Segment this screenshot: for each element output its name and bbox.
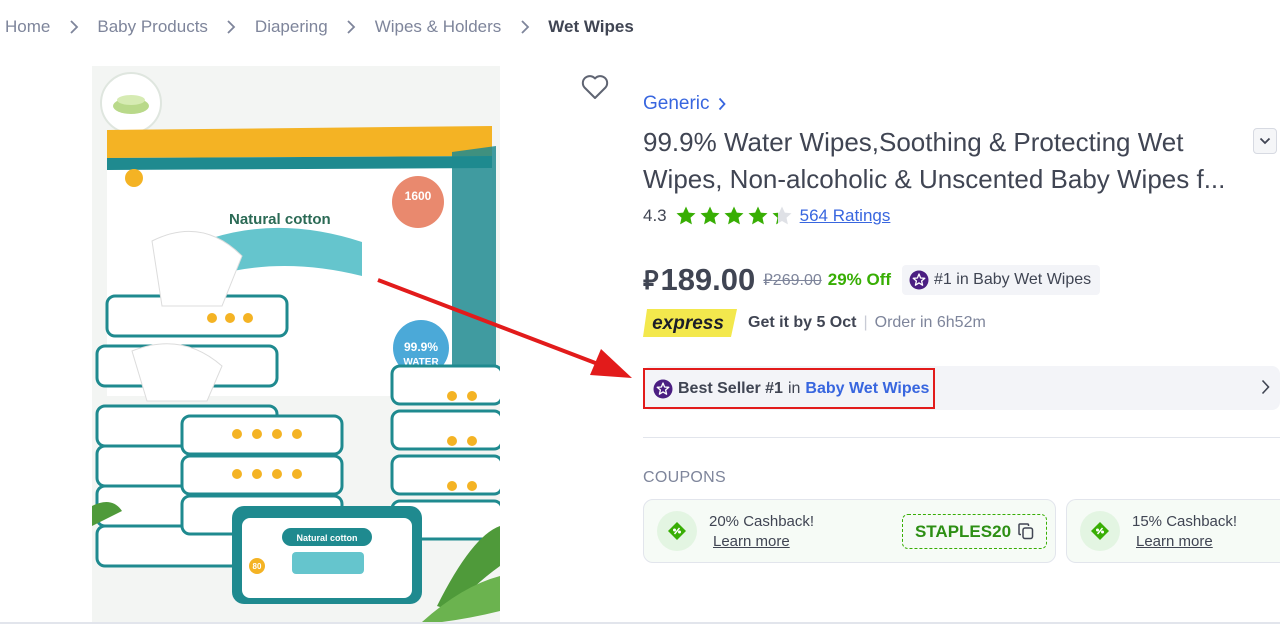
svg-text:express: express <box>652 313 724 334</box>
bestseller-category-link[interactable]: Baby Wet Wipes <box>805 380 929 398</box>
star-rating <box>675 205 793 227</box>
delivery-date: Get it by 5 Oct <box>748 314 857 331</box>
breadcrumb: Home Baby Products Diapering Wipes & Hol… <box>5 16 634 38</box>
purple-star-badge-icon <box>909 270 929 290</box>
current-price: 189.00 <box>660 262 756 297</box>
svg-text:80: 80 <box>253 562 262 571</box>
discount-label: 29% Off <box>827 270 892 289</box>
svg-text:Natural cotton: Natural cotton <box>229 211 331 228</box>
breadcrumb-current: Wet Wipes <box>548 17 634 36</box>
currency-symbol-icon: ⃃ <box>763 272 773 289</box>
chevron-down-icon <box>1259 137 1271 145</box>
coupons-heading: COUPONS <box>643 469 726 486</box>
chevron-right-icon <box>718 97 726 111</box>
rank-badge[interactable]: #1 in Baby Wet Wipes <box>902 265 1101 295</box>
coupon-tag-icon <box>657 511 697 551</box>
rating-row: 4.3 564 Ratings <box>643 205 890 227</box>
star-icon <box>748 206 768 225</box>
product-image[interactable]: Natural cotton 1600 99.9% WATER Natural … <box>92 66 500 622</box>
copy-icon <box>1018 523 1034 540</box>
svg-text:99.9%: 99.9% <box>404 340 438 354</box>
chevron-right-icon <box>50 19 97 35</box>
coupon-title: 20% Cashback! <box>709 513 815 530</box>
rating-value: 4.3 <box>643 206 667 225</box>
heart-icon <box>581 75 609 99</box>
rank-badge-text: #1 in Baby Wet Wipes <box>934 271 1092 288</box>
svg-text:1600: 1600 <box>405 189 432 203</box>
express-badge: express <box>643 309 737 337</box>
order-countdown: Order in 6h52m <box>874 314 986 331</box>
breadcrumb-home[interactable]: Home <box>5 17 50 37</box>
original-price: ⃃269.00 <box>763 270 821 290</box>
product-illustration: Natural cotton 1600 99.9% WATER Natural … <box>92 66 500 622</box>
product-title: 99.9% Water Wipes,Soothing & Protecting … <box>643 127 1226 194</box>
chevron-right-icon <box>328 19 375 35</box>
brand-name: Generic <box>643 93 710 114</box>
breadcrumb-diapering[interactable]: Diapering <box>255 17 328 37</box>
delivery-row: express Get it by 5 Oct | Order in 6h52m <box>643 306 986 340</box>
star-icon <box>772 206 792 225</box>
purple-star-badge-icon <box>653 379 673 398</box>
coupon-learn-more-link[interactable]: Learn more <box>1136 533 1213 550</box>
currency-symbol-icon: ⃃ <box>643 264 659 295</box>
breadcrumb-baby-products[interactable]: Baby Products <box>97 17 208 37</box>
divider <box>643 437 1280 438</box>
svg-text:Natural cotton: Natural cotton <box>296 533 357 543</box>
star-icon <box>724 206 744 225</box>
star-icon <box>676 206 696 225</box>
separator: | <box>863 314 868 331</box>
title-expand-button[interactable] <box>1253 128 1277 154</box>
coupon-code-button[interactable]: STAPLES20 <box>902 514 1047 549</box>
brand-link[interactable]: Generic <box>643 93 726 115</box>
bestseller-highlight: Best Seller #1 in Baby Wet Wipes <box>643 368 935 409</box>
bestseller-in: in <box>787 379 801 397</box>
price-row: ⃃ 189.00 ⃃269.00 29% Off #1 in Baby Wet … <box>643 260 1101 300</box>
bestseller-bar[interactable]: Best Seller #1 in Baby Wet Wipes <box>643 366 1280 410</box>
breadcrumb-wipes-holders[interactable]: Wipes & Holders <box>375 17 502 37</box>
coupon-tag-icon <box>1080 511 1120 551</box>
product-info: Generic 99.9% Water Wipes,Soothing & Pro… <box>643 0 1280 624</box>
wishlist-button[interactable] <box>578 70 612 104</box>
original-price-value: 269.00 <box>772 272 822 289</box>
coupon-code: STAPLES20 <box>914 521 1012 541</box>
chevron-right-icon <box>1261 379 1270 395</box>
coupon-card[interactable]: 20% Cashback! Learn more STAPLES20 <box>643 499 1056 563</box>
coupon-card[interactable]: 15% Cashback! Learn more <box>1066 499 1280 563</box>
chevron-right-icon <box>208 19 255 35</box>
coupon-title: 15% Cashback! <box>1132 513 1238 530</box>
ratings-count-link[interactable]: 564 Ratings <box>800 206 891 226</box>
chevron-right-icon <box>501 19 548 35</box>
star-icon <box>700 206 720 225</box>
bestseller-label: Best Seller #1 <box>678 379 783 397</box>
coupon-learn-more-link[interactable]: Learn more <box>713 533 790 550</box>
